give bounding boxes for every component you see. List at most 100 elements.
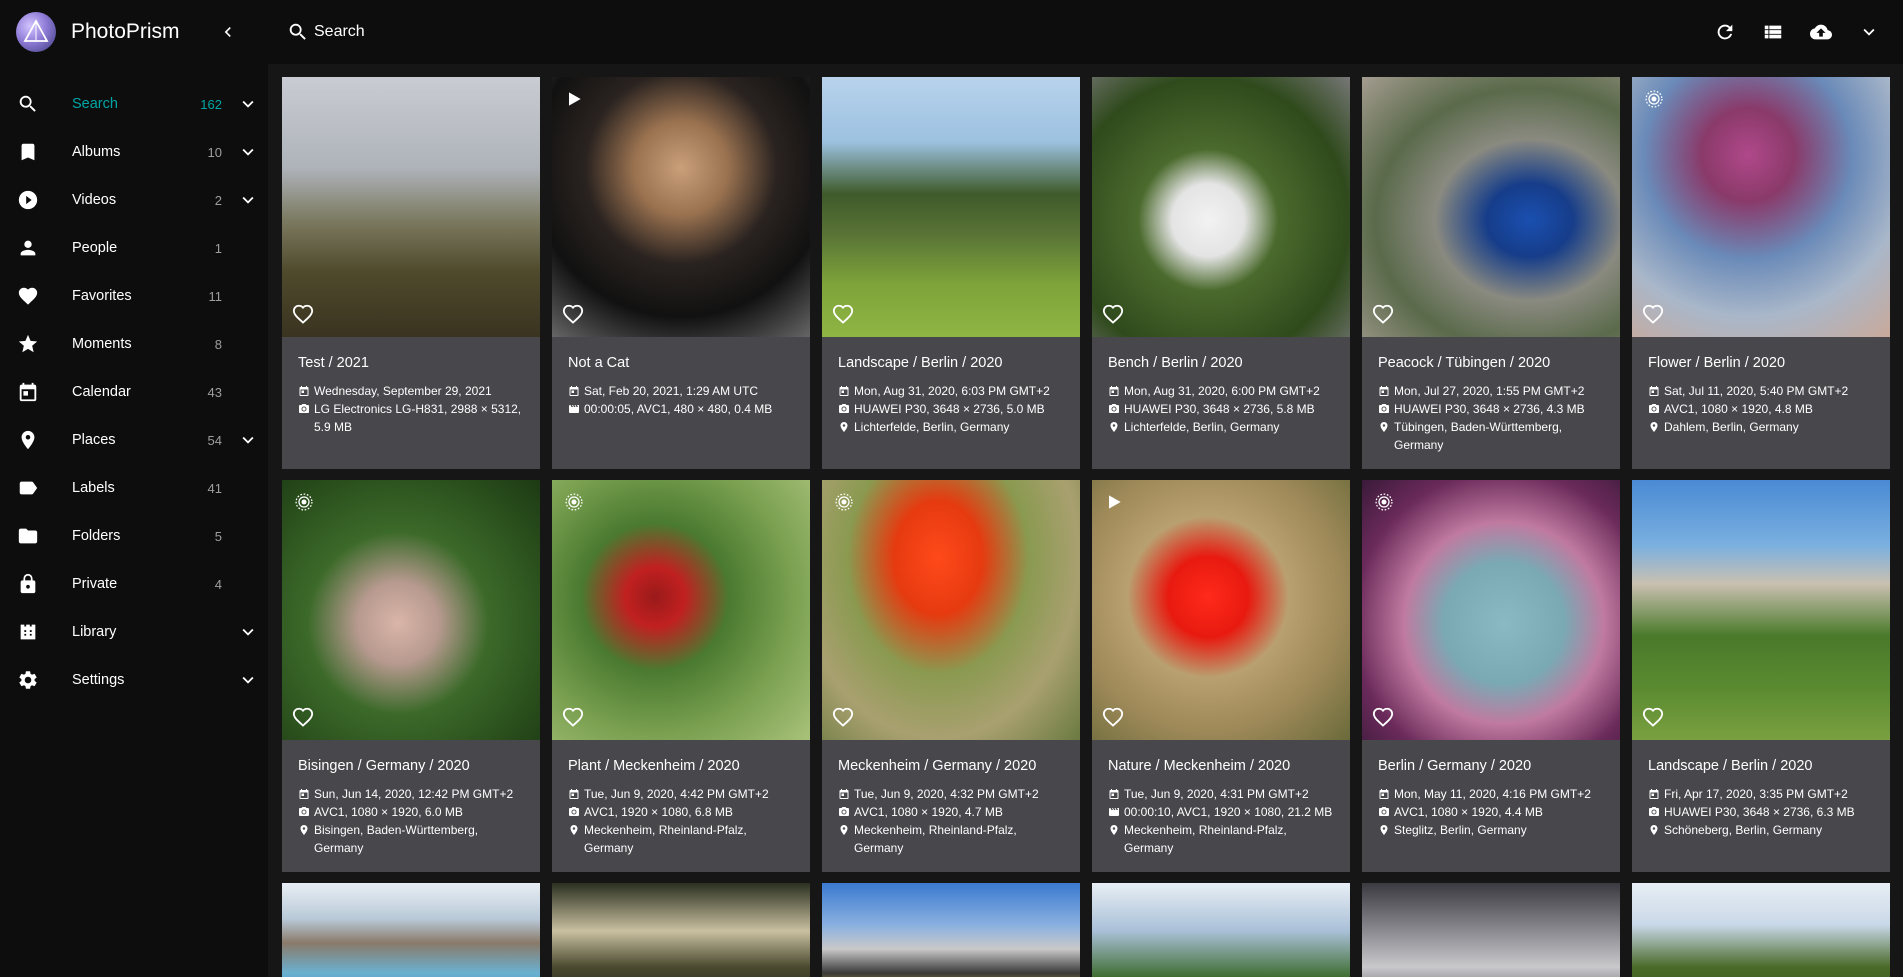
photo-thumbnail[interactable] bbox=[552, 883, 810, 977]
sidebar-item-calendar[interactable]: Calendar 43 bbox=[0, 368, 268, 416]
photo-title[interactable]: Not a Cat bbox=[568, 355, 794, 371]
search-input[interactable] bbox=[314, 23, 914, 41]
photo-card[interactable] bbox=[552, 883, 810, 977]
collapse-sidebar-button[interactable] bbox=[218, 22, 238, 42]
photo-meta: Sat, Feb 20, 2021, 1:29 AM UTC 00:00:05, … bbox=[568, 382, 794, 418]
sidebar-item-favorites[interactable]: Favorites 11 bbox=[0, 272, 268, 320]
photo-thumbnail[interactable] bbox=[822, 883, 1080, 977]
photo-card[interactable]: Peacock / Tübingen / 2020 Mon, Jul 27, 20… bbox=[1362, 77, 1620, 469]
photo-thumbnail[interactable] bbox=[282, 77, 540, 337]
photo-title[interactable]: Plant / Meckenheim / 2020 bbox=[568, 758, 794, 774]
photoprism-logo[interactable] bbox=[16, 12, 56, 52]
photo-thumbnail[interactable] bbox=[552, 77, 810, 337]
sidebar-item-count: 54 bbox=[207, 432, 222, 448]
photo-thumbnail[interactable] bbox=[282, 883, 540, 977]
photo-card[interactable]: Berlin / Germany / 2020 Mon, May 11, 2020… bbox=[1362, 480, 1620, 872]
favorite-heart-icon[interactable] bbox=[562, 303, 584, 325]
chevron-down-icon[interactable] bbox=[236, 92, 260, 116]
chevron-down-icon[interactable] bbox=[236, 140, 260, 164]
sidebar-item-library[interactable]: Library bbox=[0, 608, 268, 656]
play-icon[interactable] bbox=[564, 89, 584, 109]
live-photo-icon[interactable] bbox=[294, 492, 314, 512]
live-photo-icon[interactable] bbox=[1644, 89, 1664, 109]
photo-card[interactable] bbox=[1362, 883, 1620, 977]
favorite-heart-icon[interactable] bbox=[1102, 303, 1124, 325]
reload-button[interactable] bbox=[1701, 8, 1749, 56]
photo-thumbnail[interactable] bbox=[1092, 883, 1350, 977]
favorite-heart-icon[interactable] bbox=[832, 303, 854, 325]
play-icon[interactable] bbox=[1104, 492, 1124, 512]
live-photo-icon[interactable] bbox=[1374, 492, 1394, 512]
photo-thumbnail[interactable] bbox=[552, 480, 810, 740]
photo-thumbnail[interactable] bbox=[1092, 480, 1350, 740]
photo-thumbnail[interactable] bbox=[1632, 480, 1890, 740]
live-photo-icon[interactable] bbox=[834, 492, 854, 512]
photo-location: Steglitz, Berlin, Germany bbox=[1378, 821, 1604, 839]
upload-button[interactable] bbox=[1797, 8, 1845, 56]
photo-card[interactable]: Bench / Berlin / 2020 Mon, Aug 31, 2020, … bbox=[1092, 77, 1350, 469]
photo-thumbnail[interactable] bbox=[1632, 77, 1890, 337]
favorite-heart-icon[interactable] bbox=[1642, 706, 1664, 728]
photo-thumbnail[interactable] bbox=[822, 77, 1080, 337]
sidebar-item-private[interactable]: Private 4 bbox=[0, 560, 268, 608]
photo-title[interactable]: Meckenheim / Germany / 2020 bbox=[838, 758, 1064, 774]
sidebar-item-folders[interactable]: Folders 5 bbox=[0, 512, 268, 560]
photo-card[interactable]: Flower / Berlin / 2020 Sat, Jul 11, 2020,… bbox=[1632, 77, 1890, 469]
photo-thumbnail[interactable] bbox=[1092, 77, 1350, 337]
camera-icon bbox=[1649, 404, 1659, 413]
favorite-heart-icon[interactable] bbox=[292, 706, 314, 728]
chevron-down-icon[interactable] bbox=[236, 668, 260, 692]
sidebar-item-moments[interactable]: Moments 8 bbox=[0, 320, 268, 368]
photo-thumbnail[interactable] bbox=[1362, 883, 1620, 977]
photo-title[interactable]: Flower / Berlin / 2020 bbox=[1648, 355, 1874, 371]
sidebar-item-search[interactable]: Search 162 bbox=[0, 80, 268, 128]
sidebar-item-videos[interactable]: Videos 2 bbox=[0, 176, 268, 224]
favorite-heart-icon[interactable] bbox=[1372, 706, 1394, 728]
photo-thumbnail[interactable] bbox=[1362, 77, 1620, 337]
list-view-button[interactable] bbox=[1749, 8, 1797, 56]
photo-title[interactable]: Nature / Meckenheim / 2020 bbox=[1108, 758, 1334, 774]
sidebar-item-settings[interactable]: Settings bbox=[0, 656, 268, 704]
photo-title[interactable]: Peacock / Tübingen / 2020 bbox=[1378, 355, 1604, 371]
favorite-heart-icon[interactable] bbox=[1642, 303, 1664, 325]
photo-thumbnail[interactable] bbox=[822, 480, 1080, 740]
photo-card[interactable]: Landscape / Berlin / 2020 Fri, Apr 17, 20… bbox=[1632, 480, 1890, 872]
sidebar-item-people[interactable]: People 1 bbox=[0, 224, 268, 272]
favorite-heart-icon[interactable] bbox=[562, 706, 584, 728]
photo-card[interactable] bbox=[822, 883, 1080, 977]
chevron-down-icon[interactable] bbox=[236, 620, 260, 644]
photo-thumbnail[interactable] bbox=[1632, 883, 1890, 977]
gear-icon bbox=[16, 668, 40, 692]
sidebar-item-places[interactable]: Places 54 bbox=[0, 416, 268, 464]
photo-title[interactable]: Berlin / Germany / 2020 bbox=[1378, 758, 1604, 774]
photo-card[interactable]: Meckenheim / Germany / 2020 Tue, Jun 9, 2… bbox=[822, 480, 1080, 872]
favorite-heart-icon[interactable] bbox=[1372, 303, 1394, 325]
photo-card[interactable]: Plant / Meckenheim / 2020 Tue, Jun 9, 202… bbox=[552, 480, 810, 872]
chevron-down-icon[interactable] bbox=[236, 428, 260, 452]
sidebar-item-labels[interactable]: Labels 41 bbox=[0, 464, 268, 512]
photo-card[interactable] bbox=[282, 883, 540, 977]
photo-card[interactable]: Not a Cat Sat, Feb 20, 2021, 1:29 AM UTC 0… bbox=[552, 77, 810, 469]
photo-title[interactable]: Landscape / Berlin / 2020 bbox=[1648, 758, 1874, 774]
photo-date: Mon, Jul 27, 2020, 1:55 PM GMT+2 bbox=[1378, 382, 1604, 400]
photo-card[interactable]: Bisingen / Germany / 2020 Sun, Jun 14, 20… bbox=[282, 480, 540, 872]
photo-card[interactable]: Landscape / Berlin / 2020 Mon, Aug 31, 20… bbox=[822, 77, 1080, 469]
live-photo-icon[interactable] bbox=[564, 492, 584, 512]
photo-card[interactable]: Nature / Meckenheim / 2020 Tue, Jun 9, 20… bbox=[1092, 480, 1350, 872]
photo-info: Bisingen / Germany / 2020 Sun, Jun 14, 20… bbox=[282, 740, 540, 857]
sidebar-item-albums[interactable]: Albums 10 bbox=[0, 128, 268, 176]
favorite-heart-icon[interactable] bbox=[292, 303, 314, 325]
photo-card[interactable] bbox=[1632, 883, 1890, 977]
expand-toolbar-button[interactable] bbox=[1845, 8, 1893, 56]
photo-card[interactable]: Test / 2021 Wednesday, September 29, 2021… bbox=[282, 77, 540, 469]
favorite-heart-icon[interactable] bbox=[832, 706, 854, 728]
photo-thumbnail[interactable] bbox=[282, 480, 540, 740]
chevron-down-icon[interactable] bbox=[236, 188, 260, 212]
photo-title[interactable]: Bench / Berlin / 2020 bbox=[1108, 355, 1334, 371]
photo-title[interactable]: Landscape / Berlin / 2020 bbox=[838, 355, 1064, 371]
photo-card[interactable] bbox=[1092, 883, 1350, 977]
favorite-heart-icon[interactable] bbox=[1102, 706, 1124, 728]
photo-thumbnail[interactable] bbox=[1362, 480, 1620, 740]
photo-title[interactable]: Test / 2021 bbox=[298, 355, 524, 371]
photo-title[interactable]: Bisingen / Germany / 2020 bbox=[298, 758, 524, 774]
